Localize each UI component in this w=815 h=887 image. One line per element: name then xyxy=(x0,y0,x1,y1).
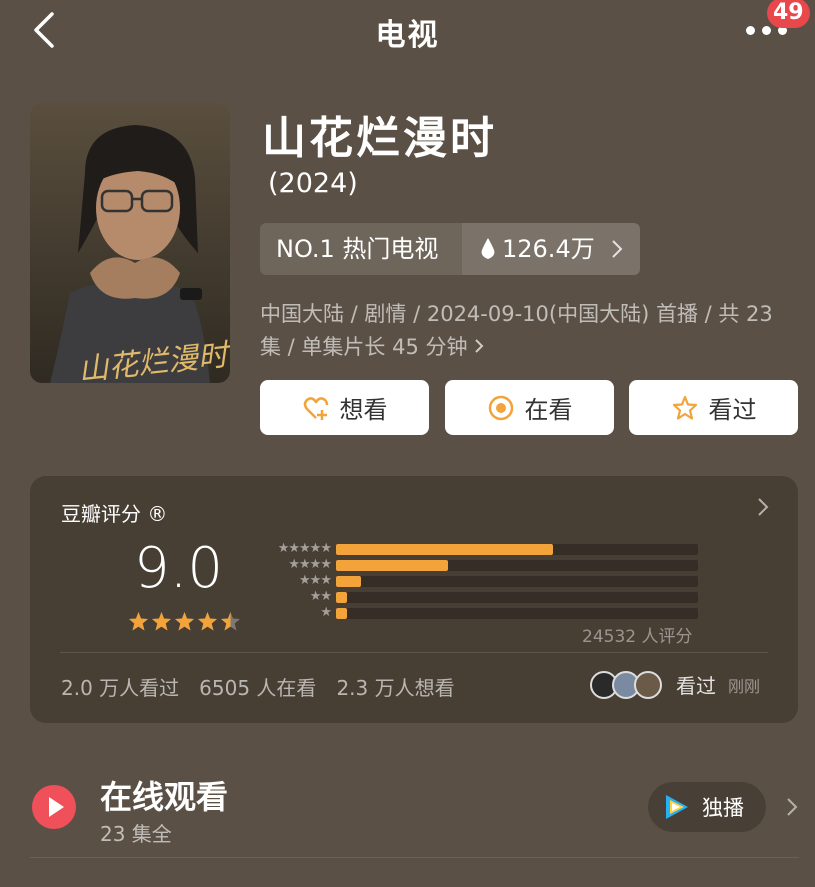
distribution-row: ★★★★★ xyxy=(256,542,706,556)
rating-title: 豆瓣评分 ® xyxy=(61,502,168,526)
heart-plus-icon xyxy=(303,396,328,420)
watched-button[interactable]: 看过 xyxy=(629,380,798,435)
chevron-right-icon xyxy=(758,498,769,516)
star-icon xyxy=(221,612,240,631)
distribution-stars: ★★★★★ xyxy=(277,541,332,556)
want-label: 想看 xyxy=(339,396,388,424)
show-title: 山花烂漫时 xyxy=(262,113,497,164)
chevron-right-icon xyxy=(475,339,484,353)
notification-badge: 49 xyxy=(767,0,810,28)
distribution-track xyxy=(336,576,698,587)
distribution-bar xyxy=(336,560,449,571)
friends-activity[interactable]: 看过 刚刚 xyxy=(590,670,760,699)
distribution-track xyxy=(336,592,698,603)
star-icon xyxy=(152,612,171,631)
distribution-row: ★★★ xyxy=(256,574,706,588)
page-title: 电视 xyxy=(375,18,440,53)
distribution-track xyxy=(336,560,698,571)
star-icon xyxy=(672,395,697,420)
show-year: (2024) xyxy=(268,168,358,199)
rank-label: NO.1 热门电视 xyxy=(260,223,462,275)
watching-label: 在看 xyxy=(524,396,573,424)
rating-stars xyxy=(128,611,241,632)
distribution-stars: ★★ xyxy=(309,589,332,604)
distribution-bar xyxy=(336,576,362,587)
show-meta[interactable]: 中国大陆 / 剧情 / 2024-09-10(中国大陆) 首播 / 共 23 集… xyxy=(260,298,795,364)
rating-score: 9.0 xyxy=(134,536,224,601)
divider xyxy=(60,652,768,653)
stat-want: 2.3 万人想看 xyxy=(336,676,455,700)
episode-count: 23 集全 xyxy=(100,822,172,846)
distribution-row: ★★ xyxy=(256,590,706,604)
distribution-bar xyxy=(336,592,347,603)
star-icon xyxy=(129,612,148,631)
star-icon xyxy=(175,612,194,631)
rating-count: 24532 人评分 xyxy=(582,627,693,647)
heat-value: 126.4万 xyxy=(462,223,640,275)
heat-text: 126.4万 xyxy=(502,235,595,263)
play-icon xyxy=(32,785,76,829)
star-icon xyxy=(198,612,217,631)
avatar xyxy=(634,670,662,699)
chevron-right-icon xyxy=(787,798,798,816)
poster-image[interactable]: 山花烂漫时 xyxy=(30,103,230,383)
distribution-track xyxy=(336,608,698,619)
audience-stats: 2.0 万人看过 6505 人在看 2.3 万人想看 xyxy=(61,672,455,701)
nav-bar: 电视 49 xyxy=(0,0,815,60)
want-button[interactable]: 想看 xyxy=(260,380,429,435)
target-icon xyxy=(488,395,513,420)
distribution-track xyxy=(336,544,698,555)
watched-label: 看过 xyxy=(708,396,757,424)
hot-rank-banner[interactable]: NO.1 热门电视 126.4万 xyxy=(260,223,640,275)
distribution-bar xyxy=(336,544,554,555)
chevron-right-icon xyxy=(612,240,623,258)
friends-time: 刚刚 xyxy=(728,676,761,696)
distribution-stars: ★★★ xyxy=(299,573,332,588)
distribution-stars: ★★★★ xyxy=(288,557,332,572)
stat-watched: 2.0 万人看过 xyxy=(61,676,180,700)
meta-text: 中国大陆 / 剧情 / 2024-09-10(中国大陆) 首播 / 共 23 集… xyxy=(260,302,773,359)
flame-icon xyxy=(481,238,495,259)
friends-label: 看过 xyxy=(676,674,716,698)
watching-button[interactable]: 在看 xyxy=(445,380,614,435)
watch-online-section[interactable]: 在线观看 23 集全 独播 xyxy=(0,760,815,860)
rating-card[interactable]: 豆瓣评分 ® 9.0 ★★★★★ ★★★★ ★★★ ★★ ★ 24532 人评分 2.0… xyxy=(30,476,798,723)
distribution-bar xyxy=(336,608,347,619)
divider xyxy=(30,857,799,858)
watch-title: 在线观看 xyxy=(100,778,229,816)
platform-label: 独播 xyxy=(702,796,744,820)
platform-button[interactable]: 独播 xyxy=(648,782,766,832)
tencent-video-icon xyxy=(666,795,688,819)
distribution-row: ★ xyxy=(256,606,706,620)
distribution-stars: ★ xyxy=(320,605,332,620)
stat-watching: 6505 人在看 xyxy=(199,676,317,700)
distribution-row: ★★★★ xyxy=(256,558,706,572)
